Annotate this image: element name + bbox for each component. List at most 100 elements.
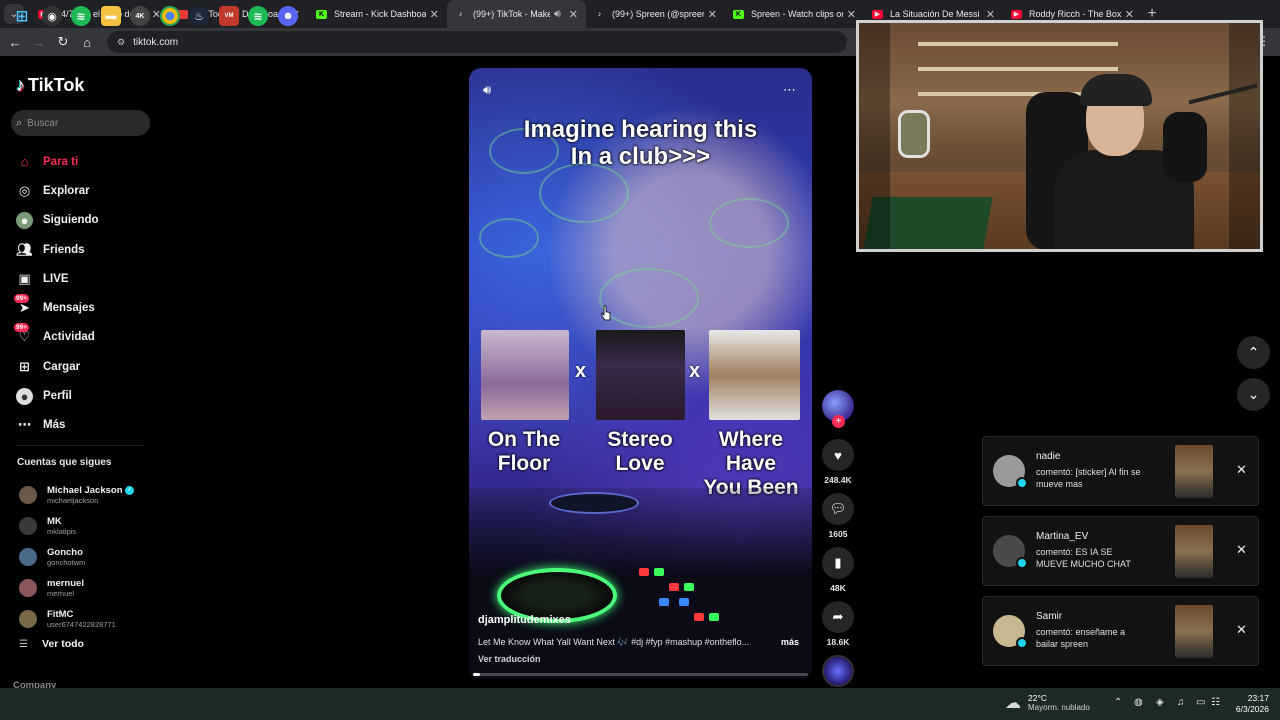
see-all-button[interactable]: ☰ Ver todo — [19, 638, 84, 650]
app-icon[interactable]: ◉ — [42, 6, 62, 26]
close-tab-icon[interactable]: ✕ — [430, 8, 439, 21]
nav-item-para-ti[interactable]: ⌂ Para ti — [16, 147, 156, 176]
nav-item-live[interactable]: ▣ LIVE — [16, 264, 156, 293]
comment-notification[interactable]: Martina_EV comentó: ES IA SE MUEVE MUCHO… — [982, 516, 1259, 586]
nav-item-perfil[interactable]: ● Perfil — [16, 381, 156, 410]
next-video-button[interactable]: ⌄ — [1237, 378, 1270, 411]
reload-button[interactable]: ↻ — [51, 34, 75, 50]
close-icon[interactable]: ✕ — [1236, 462, 1247, 478]
tiktok-logo[interactable]: ♪ TikTok — [16, 75, 84, 96]
clock[interactable]: 23:17 6/3/2026 — [1227, 693, 1269, 715]
dj-pad — [639, 568, 649, 576]
following-account[interactable]: FitMC user6747422828771 — [19, 603, 159, 634]
video-player[interactable]: 🔊︎ ⋯ Imagine hearing this In a club>>> x… — [469, 68, 812, 679]
close-tab-icon[interactable]: ✕ — [1125, 8, 1134, 21]
nav-item-mas[interactable]: ⋯ Más — [16, 411, 156, 440]
dj-pad — [659, 598, 669, 606]
url-field[interactable]: ⚙ tiktok.com — [107, 31, 847, 53]
following-account[interactable]: MK mklatipis — [19, 511, 159, 542]
steam-icon[interactable]: ♨ — [189, 6, 209, 26]
save-button[interactable]: ▮ 48K — [821, 547, 855, 593]
comment-icon: 💬︎ — [822, 493, 854, 525]
comment-notification[interactable]: Samir comentó: enseñame a bailar spreen … — [982, 596, 1259, 666]
previous-video-button[interactable]: ⌃ — [1237, 336, 1270, 369]
nav-item-friends[interactable]: 👥︎ Friends — [16, 235, 156, 264]
close-tab-icon[interactable]: ✕ — [847, 8, 856, 21]
network-icon[interactable]: ▭ — [1196, 697, 1205, 708]
video-thumbnail[interactable] — [1175, 525, 1213, 578]
start-icon[interactable]: ⊞ — [12, 6, 32, 26]
light-ring — [539, 163, 629, 223]
following-account[interactable]: Goncho gonchotwm — [19, 542, 159, 573]
profile-icon: ● — [16, 387, 33, 405]
nav-item-siguiendo[interactable]: ● Siguiendo — [16, 206, 156, 235]
sound-disc-icon[interactable] — [822, 655, 854, 687]
translate-button[interactable]: Ver traducción — [478, 654, 541, 664]
song-title: Stereo Love — [607, 428, 673, 475]
main-nav: ⌂ Para ti ◎ Explorar ● Siguiendo 👥︎ Friends … — [14, 147, 156, 440]
close-tab-icon[interactable]: ✕ — [569, 8, 578, 21]
spotify-icon[interactable]: ≋ — [71, 6, 91, 26]
close-icon[interactable]: ✕ — [1236, 622, 1247, 638]
browser-tab[interactable]: ♪(99+) Spreen (@spreenbre✕ — [586, 0, 725, 28]
browser-tab[interactable]: KSpreen - Watch clips on K✕ — [725, 0, 864, 28]
share-button[interactable]: ➦ 18.6K — [821, 601, 855, 647]
browser-tab[interactable]: K Stream - Kick Dashboard ✕ — [308, 0, 447, 28]
close-tab-icon[interactable]: ✕ — [708, 8, 717, 21]
site-info-icon[interactable]: ⚙ — [117, 37, 125, 48]
video-progress-bar[interactable] — [473, 673, 808, 676]
nav-item-cargar[interactable]: ⊞ Cargar — [16, 352, 156, 381]
following-account[interactable]: Michael Jackson ✓ michaeljackson — [19, 480, 159, 511]
new-tab-button[interactable]: + — [1142, 5, 1162, 23]
avatar — [19, 486, 37, 505]
screen: { "browser": { "tabs": [ {"title": "24/7… — [0, 0, 1280, 720]
tiktok-note-icon: ♪ — [16, 75, 25, 95]
video-progress-fill — [473, 673, 480, 676]
tab-audio-icon[interactable]: 🔊︎ — [554, 8, 561, 21]
video-description: Let Me Know What Yall Want Next 🎶 #dj #f… — [478, 637, 750, 647]
following-account[interactable]: mernuel mernuel — [19, 572, 159, 603]
file-explorer-icon[interactable]: ▬ — [101, 6, 121, 26]
dj-pad — [654, 568, 664, 576]
kick-favicon-icon: K — [733, 9, 744, 19]
tray-app-icon[interactable]: ◍ — [1134, 697, 1143, 708]
description-more-button[interactable]: más — [781, 637, 799, 647]
list-icon: ☰ — [19, 638, 28, 650]
tray-app-icon[interactable]: ◈ — [1156, 697, 1164, 708]
dj-pad — [709, 613, 719, 621]
close-icon[interactable]: ✕ — [1236, 542, 1247, 558]
voicemod-icon[interactable]: VM — [219, 6, 239, 26]
creator-avatar[interactable]: + — [822, 390, 854, 428]
weather-widget[interactable]: ☁ 22°C Mayorm. nublado — [1005, 693, 1090, 713]
close-tab-icon[interactable]: ✕ — [986, 8, 995, 21]
follow-plus-icon[interactable]: + — [832, 415, 845, 428]
wifi-icon[interactable]: ☷ — [1211, 697, 1220, 708]
share-icon: ➦ — [822, 601, 854, 633]
comment-notification[interactable]: nadie comentó: [sticker] Al fin se mueve… — [982, 436, 1259, 506]
video-thumbnail[interactable] — [1175, 605, 1213, 658]
chrome-icon[interactable] — [160, 6, 180, 26]
video-author[interactable]: djamplitudemixes — [478, 614, 571, 626]
nav-item-mensajes[interactable]: ➤ 99+ Mensajes — [14, 293, 156, 322]
volume-icon[interactable]: 🔊︎ — [483, 82, 491, 98]
nav-item-explorar[interactable]: ◎ Explorar — [16, 176, 156, 205]
tiktok-badge-icon — [1016, 637, 1028, 649]
video-more-icon[interactable]: ⋯ — [783, 82, 796, 98]
tiktok-favicon-icon: ♪ — [597, 10, 602, 18]
tray-chevron-icon[interactable]: ⌃ — [1114, 697, 1122, 708]
nav-item-actividad[interactable]: ♡ 99+ Actividad — [14, 322, 156, 352]
video-thumbnail[interactable] — [1175, 445, 1213, 498]
app-4k-icon[interactable]: 4K — [130, 6, 150, 26]
browser-tab-active[interactable]: ♪(99+) TikTok - Make Y🔊︎✕ — [447, 0, 586, 28]
back-button[interactable]: ← — [3, 35, 27, 50]
comment-button[interactable]: 💬︎ 1605 — [821, 493, 855, 539]
spotify-icon[interactable]: ≋ — [248, 6, 268, 26]
webcam-overlay — [858, 22, 1261, 250]
like-button[interactable]: ♥ 248.4K — [821, 439, 855, 485]
discord-icon[interactable]: ☻ — [278, 6, 298, 26]
following-title: Cuentas que sigues — [17, 457, 112, 468]
forward-button[interactable]: → — [27, 35, 51, 50]
home-button[interactable]: ⌂ — [75, 35, 99, 50]
compass-icon: ◎ — [18, 182, 31, 198]
search-input[interactable]: ⌕ Buscar — [11, 110, 150, 136]
